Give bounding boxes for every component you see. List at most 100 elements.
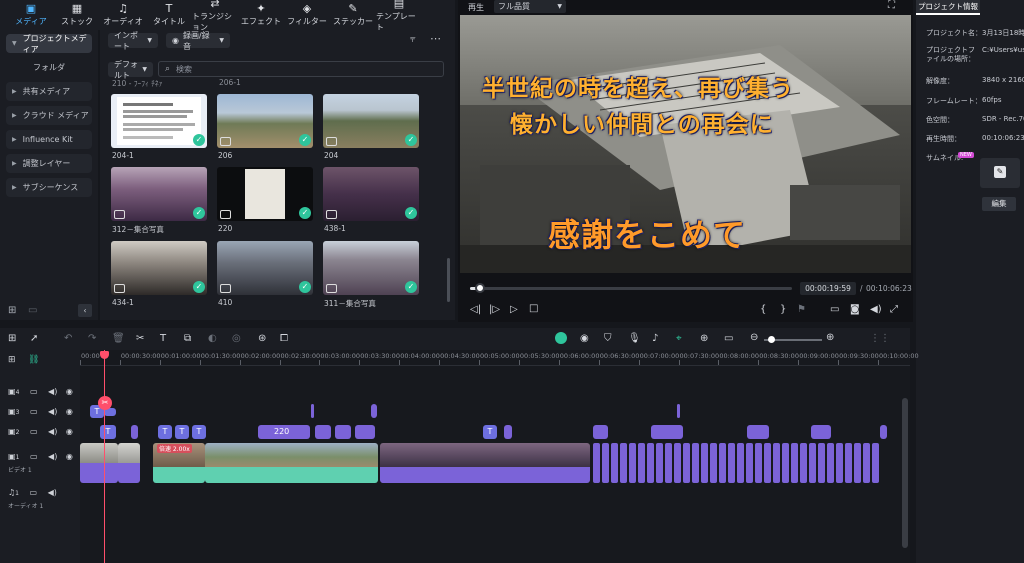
sidebar-item-adjustment-layer[interactable]: ▶ 調整レイヤー <box>6 154 92 173</box>
video-clip[interactable] <box>827 443 834 483</box>
video-clip[interactable] <box>809 443 816 483</box>
snap-icon[interactable]: ⌖ <box>676 333 682 344</box>
folder-icon[interactable]: ▭ <box>30 488 38 497</box>
collapse-panel-button[interactable]: ‹ <box>78 304 92 317</box>
video-clip[interactable] <box>773 443 780 483</box>
video-clip[interactable] <box>782 443 789 483</box>
adjust-icon[interactable]: ◐ <box>208 333 217 344</box>
video-clip[interactable] <box>656 443 663 483</box>
record-dropdown[interactable]: ◉ 録画/録音 ▼ <box>166 31 230 51</box>
video-clip[interactable] <box>710 443 717 483</box>
video-clip[interactable] <box>701 443 708 483</box>
prev-frame-icon[interactable]: ◁| <box>470 304 481 315</box>
play-tab[interactable]: 再生 <box>468 2 484 13</box>
redo-icon[interactable]: ↷ <box>88 333 96 344</box>
media-item-thumbnail[interactable]: ✓ <box>111 167 207 221</box>
clip[interactable] <box>131 425 138 439</box>
title-clip[interactable]: T <box>175 425 189 439</box>
video-clip[interactable] <box>674 443 681 483</box>
media-scrollbar[interactable] <box>447 258 450 302</box>
folder-icon[interactable]: ▭ <box>30 387 38 396</box>
filter-icon[interactable]: ⫧ <box>410 34 416 45</box>
video-clip[interactable] <box>593 443 600 483</box>
media-item-thumbnail[interactable]: ✓ <box>323 167 419 221</box>
play-icon[interactable]: ▷ <box>510 304 518 315</box>
next-frame-icon[interactable]: |▷ <box>489 304 500 315</box>
current-time[interactable]: 00:00:19:59 <box>800 282 856 295</box>
mark-in-icon[interactable]: { <box>760 304 766 315</box>
undo-icon[interactable]: ↶ <box>64 333 72 344</box>
folder-icon[interactable]: ▭ <box>28 305 37 316</box>
mixer-icon[interactable]: ♪ <box>652 333 658 344</box>
tab-filter[interactable]: ◈ フィルター <box>284 0 330 30</box>
crop-icon[interactable]: ⧉ <box>184 333 191 344</box>
clip[interactable] <box>593 425 608 439</box>
sort-dropdown[interactable]: デフォルト ▼ <box>108 60 153 80</box>
clip[interactable] <box>880 425 887 439</box>
video-clip[interactable] <box>611 443 618 483</box>
speaker-icon[interactable]: ◀) <box>48 452 57 461</box>
stop-icon[interactable]: □ <box>529 303 538 314</box>
media-item-thumbnail[interactable]: ✓ <box>217 94 313 148</box>
video-clip[interactable] <box>205 443 378 483</box>
image-clip[interactable] <box>335 425 351 439</box>
video-clip[interactable] <box>737 443 744 483</box>
edit-button[interactable]: 編集 <box>982 197 1016 211</box>
effect-clip[interactable] <box>677 404 680 418</box>
media-item-thumbnail[interactable]: ✓ <box>323 241 419 295</box>
video-clip[interactable] <box>719 443 726 483</box>
video-clip[interactable] <box>863 443 870 483</box>
video-clip[interactable] <box>791 443 798 483</box>
title-clip[interactable]: T <box>158 425 172 439</box>
timeline-scrollbar[interactable] <box>902 398 908 548</box>
folder-icon[interactable]: ▭ <box>30 407 38 416</box>
video-clip[interactable] <box>629 443 636 483</box>
image-clip[interactable] <box>355 425 375 439</box>
video-clip[interactable] <box>665 443 672 483</box>
monitor-icon[interactable]: ▭ <box>830 304 839 315</box>
camera-icon[interactable]: ◙ <box>850 304 860 315</box>
tab-stock[interactable]: ▦ ストック <box>54 0 100 30</box>
select-tool-icon[interactable]: ➚ <box>30 333 38 344</box>
media-item-thumbnail[interactable]: ✓ <box>217 241 313 295</box>
video-clip[interactable] <box>80 443 118 483</box>
mark-out-icon[interactable]: } <box>780 304 786 315</box>
timeline-ruler[interactable]: 00:00 00:00:30:00 00:01:00:00 00:01:30:00 00… <box>80 350 919 366</box>
sidebar-item-folder[interactable]: フォルダ <box>6 58 92 77</box>
tab-effect[interactable]: ✦ エフェクト <box>238 0 284 30</box>
speaker-icon[interactable]: ◀) <box>48 387 57 396</box>
video-clip[interactable] <box>683 443 690 483</box>
render-icon[interactable] <box>555 332 567 344</box>
folder-icon[interactable]: ▭ <box>30 452 38 461</box>
effect-clip[interactable] <box>371 404 377 418</box>
quality-dropdown[interactable]: フル品質 ▼ <box>494 0 566 13</box>
title-clip[interactable]: T <box>100 425 116 439</box>
grid-icon[interactable]: ⋮⋮ <box>870 333 890 344</box>
flag-icon[interactable]: ⚑ <box>797 304 806 315</box>
sidebar-item-shared-media[interactable]: ▶ 共有メディア <box>6 82 92 101</box>
speaker-icon[interactable]: ◀) <box>870 304 882 315</box>
video-clip[interactable] <box>602 443 609 483</box>
add-track-icon[interactable]: ⊞ <box>8 355 16 365</box>
copy-icon[interactable]: ⧠ <box>280 333 288 344</box>
video-clip[interactable] <box>755 443 762 483</box>
video-clip[interactable] <box>818 443 825 483</box>
zoom-in-icon[interactable]: ⊕ <box>826 332 834 343</box>
subtitle-icon[interactable]: ▭ <box>724 333 733 344</box>
link-icon[interactable]: ⛓ <box>28 355 39 365</box>
video-clip[interactable] <box>872 443 879 483</box>
sidebar-item-subsequence[interactable]: ▶ サブシーケンス <box>6 178 92 197</box>
color-icon[interactable]: ◎ <box>232 333 241 344</box>
clip[interactable] <box>504 425 512 439</box>
snapshot-icon[interactable]: ⛶ <box>888 0 895 11</box>
mic-icon[interactable]: 🎙 <box>628 333 641 344</box>
split-icon[interactable]: ✂ <box>98 396 112 410</box>
tab-audio[interactable]: ♫ オーディオ <box>100 0 146 30</box>
zoom-out-icon[interactable]: ⊖ <box>750 332 758 343</box>
eye-icon[interactable]: ◉ <box>66 387 73 396</box>
eye-icon[interactable]: ◉ <box>66 407 73 416</box>
sidebar-item-cloud-media[interactable]: ▶ クラウド メディア <box>6 106 92 125</box>
import-dropdown[interactable]: インポート ▼ <box>108 31 158 51</box>
video-clip[interactable] <box>746 443 753 483</box>
video-clip[interactable] <box>647 443 654 483</box>
